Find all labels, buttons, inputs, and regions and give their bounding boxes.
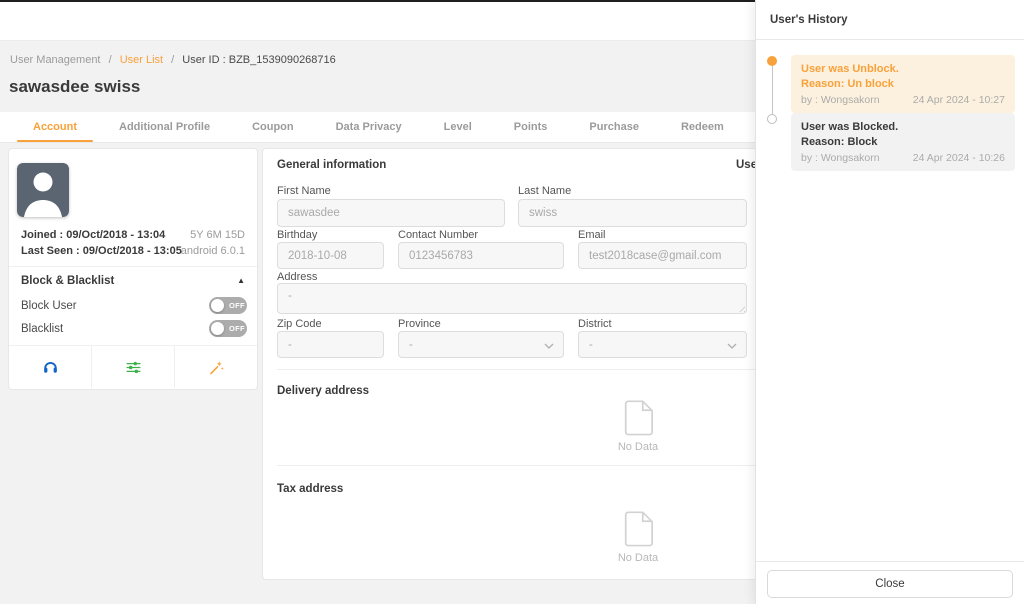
chevron-down-icon [727,343,737,349]
preferences-action-button[interactable] [92,346,175,388]
drawer-footer: Close [756,561,1024,604]
province-select[interactable]: - [398,331,564,358]
address-label: Address [277,271,317,283]
history-item-reason: Reason: Un block [801,77,1005,92]
users-history-drawer: User's History User was Unblock. Reason:… [755,0,1024,604]
address-field[interactable]: - [277,283,747,314]
sliders-icon [125,359,142,376]
tab-redeem[interactable]: Redeem [660,112,745,142]
history-item-author: by : Wongsakorn [801,152,880,164]
province-label: Province [398,318,441,330]
history-item-date: 24 Apr 2024 - 10:26 [913,152,1005,164]
history-item-unblock[interactable]: User was Unblock. Reason: Un block by : … [791,55,1015,113]
breadcrumb-user-id: User ID : BZB_1539090268716 [182,54,336,66]
delivery-address-title: Delivery address [277,385,369,397]
empty-document-icon [624,399,653,436]
tax-address-title: Tax address [277,483,343,495]
timeline-connector [772,66,774,114]
empty-document-icon [624,510,653,547]
email-label: Email [578,229,606,241]
birthday-label: Birthday [277,229,317,241]
support-action-button[interactable] [9,346,92,388]
person-silhouette-icon [17,163,69,217]
district-select[interactable]: - [578,331,747,358]
tab-purchase[interactable]: Purchase [568,112,660,142]
history-item-date: 24 Apr 2024 - 10:27 [913,94,1005,106]
birthday-field[interactable] [277,242,384,269]
magic-wand-icon [208,359,225,376]
headset-icon [42,359,59,376]
first-name-label: First Name [277,185,331,197]
blacklist-toggle[interactable]: OFF [209,320,247,337]
drawer-title: User's History [756,0,1024,40]
collapse-caret-icon[interactable]: ▲ [237,276,245,285]
breadcrumb-user-list[interactable]: User List [120,54,163,66]
blacklist-label: Blacklist [21,323,63,335]
device-info: android 6.0.1 [181,245,245,257]
block-user-label: Block User [21,300,77,312]
page-title: sawasdee swiss [9,77,140,97]
no-data-label: No Data [618,552,658,564]
district-label: District [578,318,612,330]
block-blacklist-title: Block & Blacklist [21,275,114,287]
divider [9,266,257,267]
no-data-label: No Data [618,441,658,453]
first-name-field[interactable] [277,199,505,227]
zip-code-field[interactable] [277,331,384,358]
account-age: 5Y 6M 15D [190,229,245,241]
resize-grip[interactable] [737,304,745,312]
address-value: - [288,290,292,302]
contact-number-field[interactable] [398,242,564,269]
breadcrumb: User Management / User List / User ID : … [10,54,336,66]
email-field[interactable] [578,242,747,269]
history-item-author: by : Wongsakorn [801,94,880,106]
province-value: - [409,339,413,351]
avatar [17,163,69,217]
tab-level[interactable]: Level [423,112,493,142]
history-item-block[interactable]: User was Blocked. Reason: Block by : Won… [791,113,1015,171]
joined-date: Joined : 09/Oct/2018 - 13:04 [21,229,165,241]
breadcrumb-user-management[interactable]: User Management [10,54,101,66]
general-information-title: General information [277,159,386,171]
timeline-dot [767,114,777,124]
contact-number-label: Contact Number [398,229,478,241]
toggle-knob [211,299,224,312]
district-value: - [589,339,593,351]
quick-actions-row [9,346,257,388]
breadcrumb-separator: / [109,54,112,66]
profile-card: Joined : 09/Oct/2018 - 13:04 Last Seen :… [8,148,258,390]
breadcrumb-separator: / [171,54,174,66]
history-item-title: User was Blocked. [801,120,1005,135]
last-seen-date: Last Seen : 09/Oct/2018 - 13:05 [21,245,182,257]
history-item-reason: Reason: Block [801,135,1005,150]
toggle-state-label: OFF [229,301,245,310]
last-name-field[interactable] [518,199,747,227]
top-dark-bar [0,0,755,2]
last-name-label: Last Name [518,185,571,197]
timeline-dot-active [767,56,777,66]
toggle-knob [211,322,224,335]
magic-action-button[interactable] [175,346,257,388]
block-user-toggle[interactable]: OFF [209,297,247,314]
tab-additional-profile[interactable]: Additional Profile [98,112,231,142]
tab-data-privacy[interactable]: Data Privacy [315,112,423,142]
tab-coupon[interactable]: Coupon [231,112,315,142]
tab-account[interactable]: Account [12,112,98,142]
zip-code-label: Zip Code [277,318,322,330]
history-item-title: User was Unblock. [801,62,1005,77]
toggle-state-label: OFF [229,324,245,333]
close-button[interactable]: Close [767,570,1013,598]
chevron-down-icon [544,343,554,349]
tab-points[interactable]: Points [493,112,569,142]
